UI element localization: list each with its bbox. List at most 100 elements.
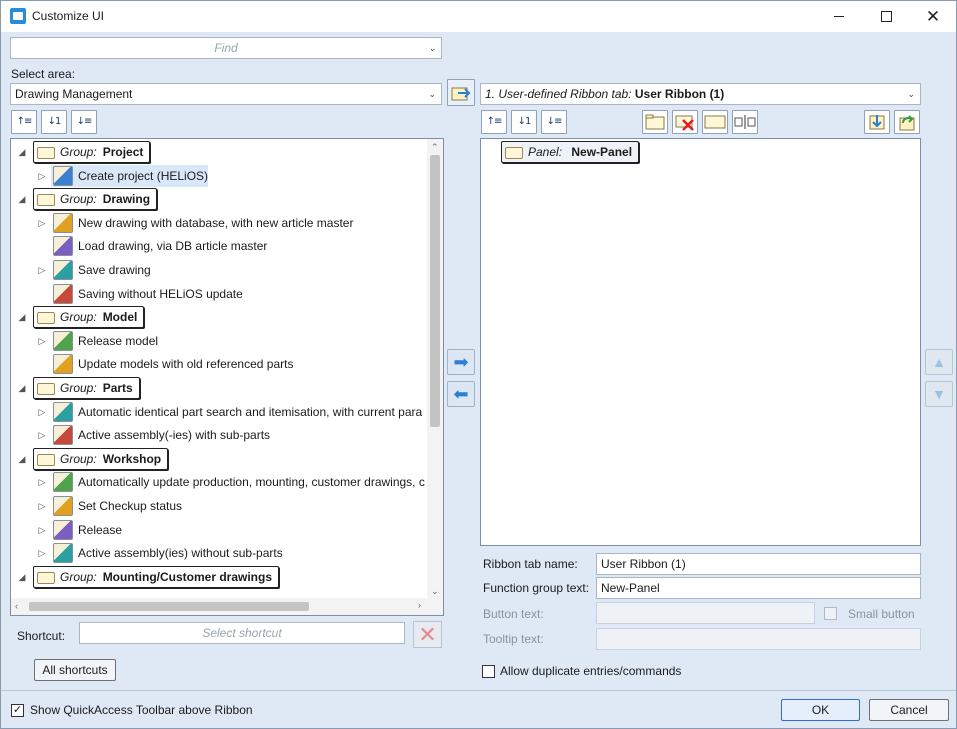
all-shortcuts-button[interactable]: All shortcuts <box>34 659 116 681</box>
move-down-button[interactable]: ▼ <box>925 381 953 407</box>
collapse-icon[interactable]: ◢ <box>17 188 27 210</box>
tree-item[interactable]: Saving without HELiOS update <box>11 283 427 305</box>
import-button[interactable] <box>864 110 890 134</box>
tree-item[interactable]: ▷ Create project (HELiOS) <box>11 164 427 187</box>
tree-group[interactable]: ◢ Group: Workshop <box>11 447 427 470</box>
remove-from-ribbon-button[interactable]: ⬅ <box>447 381 475 407</box>
right-sort-ascending-button[interactable]: ↑≡ <box>481 110 507 134</box>
collapse-icon[interactable]: ◢ <box>17 377 27 399</box>
tree-item[interactable]: ▷ Save drawing <box>11 259 427 281</box>
expand-icon[interactable]: ▷ <box>37 471 47 493</box>
sort-ascending-button[interactable]: ↑≡ <box>11 110 37 134</box>
cancel-button[interactable]: Cancel <box>869 699 949 721</box>
function-group-field[interactable]: New-Panel <box>596 577 921 599</box>
collapse-icon[interactable]: ◢ <box>17 448 27 470</box>
sort-descending-button[interactable]: ↓≡ <box>71 110 97 134</box>
tree-item[interactable]: ▷ Automatically update production, mounti… <box>11 471 427 493</box>
select-area-combobox[interactable]: Drawing Management ⌄ <box>10 83 442 105</box>
export-button[interactable] <box>894 110 920 134</box>
expand-icon[interactable]: ▷ <box>37 212 47 234</box>
command-label: Load drawing, via DB article master <box>78 239 268 254</box>
ribbon-tab-combobox[interactable]: 1. User-defined Ribbon tab: User Ribbon … <box>480 83 921 105</box>
expand-icon[interactable]: ▷ <box>37 424 47 446</box>
group-node[interactable]: Group: Model <box>33 306 145 329</box>
collapse-icon[interactable]: ◢ <box>17 141 27 163</box>
new-panel-button[interactable] <box>702 110 728 134</box>
scrollbar-thumb[interactable] <box>29 602 309 611</box>
scrollbar-thumb[interactable] <box>430 155 440 427</box>
tooltip-field[interactable] <box>596 628 921 650</box>
tree-item[interactable]: ▷ New drawing with database, with new art… <box>11 212 427 234</box>
tree-item[interactable]: ▷ Set Checkup status <box>11 495 427 517</box>
group-name: Project <box>102 145 144 159</box>
expand-icon[interactable]: ▷ <box>37 165 47 187</box>
folder-icon <box>37 453 55 466</box>
find-combobox[interactable]: Find ⌄ <box>10 37 442 59</box>
show-quickaccess-checkbox[interactable]: ✓ <box>11 704 24 717</box>
scroll-left-icon[interactable]: ‹ <box>15 601 18 611</box>
delete-button[interactable] <box>672 110 698 134</box>
right-sort-numeric-button[interactable]: ↓1 <box>511 110 537 134</box>
ok-button[interactable]: OK <box>781 699 860 721</box>
tree-item[interactable]: ▷ Active assembly(-ies) with sub-parts <box>11 424 427 446</box>
group-node[interactable]: Group: Mounting/Customer drawings <box>33 565 280 588</box>
tree-item[interactable]: ▷ Automatic identical part search and ite… <box>11 401 427 423</box>
ribbon-tab-name-field[interactable]: User Ribbon (1) <box>596 553 921 575</box>
expand-icon[interactable]: ▷ <box>37 259 47 281</box>
group-node[interactable]: Group: Project <box>33 141 151 163</box>
arrow-right-icon: ➡ <box>453 351 469 372</box>
expand-icon[interactable]: ▷ <box>37 495 47 517</box>
sort-numeric-button[interactable]: ↓1 <box>41 110 67 134</box>
tree-group[interactable]: ◢ Group: Parts <box>11 377 427 399</box>
right-sort-descending-button[interactable]: ↓≡ <box>541 110 567 134</box>
tree-item[interactable]: ▷ Active assembly(ies) without sub-parts <box>11 542 427 564</box>
tree-group[interactable]: ◢ Group: Project <box>11 141 427 163</box>
expand-icon[interactable]: ▷ <box>37 542 47 564</box>
swap-area-button[interactable] <box>447 79 475 106</box>
command-label: Update models with old referenced parts <box>78 357 294 372</box>
command-label: Automatic identical part search and item… <box>78 404 423 419</box>
scroll-down-icon[interactable]: ⌄ <box>431 586 439 597</box>
separator-button[interactable] <box>732 110 758 134</box>
group-node[interactable]: Group: Parts <box>33 377 140 399</box>
expand-icon[interactable]: ▷ <box>37 401 47 423</box>
group-node[interactable]: Group: Workshop <box>33 447 169 470</box>
customize-ui-dialog: Customize UI ✕ Find ⌄ Select area: Drawi… <box>0 0 957 729</box>
move-up-button[interactable]: ▲ <box>925 349 953 375</box>
shortcut-field[interactable]: Select shortcut <box>79 622 405 644</box>
clear-shortcut-button[interactable]: ✕ <box>413 621 442 648</box>
tree-group[interactable]: ◢ Group: Model <box>11 306 427 329</box>
tree-group[interactable]: ◢ Group: Mounting/Customer drawings <box>11 565 427 588</box>
group-node[interactable]: Group: Drawing <box>33 188 158 211</box>
tree-item[interactable]: ▷ Release <box>11 519 427 541</box>
available-commands-tree[interactable]: ◢ Group: Project ▷ Create project (HELiOS) ◢ G… <box>10 138 444 616</box>
minimize-button[interactable] <box>816 1 862 32</box>
tree-item[interactable]: Update models with old referenced parts <box>11 353 427 375</box>
tree-group[interactable]: ◢ Group: Drawing <box>11 188 427 211</box>
collapse-icon[interactable]: ◢ <box>17 306 27 328</box>
close-button[interactable]: ✕ <box>910 1 956 32</box>
ribbon-structure-tree[interactable]: Panel: New-Panel <box>480 138 921 546</box>
allow-duplicates-checkbox[interactable] <box>482 665 495 678</box>
horizontal-scrollbar[interactable]: ‹ › <box>11 598 443 615</box>
collapse-icon[interactable]: ◢ <box>17 566 27 588</box>
vertical-scrollbar[interactable]: ⌃ ⌄ <box>427 139 443 599</box>
command-icon <box>53 260 73 280</box>
small-button-checkbox[interactable] <box>824 607 837 620</box>
button-text-field[interactable] <box>596 602 815 624</box>
maximize-button[interactable] <box>863 1 909 32</box>
select-area-value: Drawing Management <box>15 87 133 101</box>
tree-item[interactable]: ▷ Release model <box>11 330 427 352</box>
tree-item[interactable]: Load drawing, via DB article master <box>11 235 427 257</box>
sort-descending-icon: ↓≡ <box>76 116 93 127</box>
expand-icon[interactable]: ▷ <box>37 519 47 541</box>
folder-arrow-icon <box>451 87 471 100</box>
command-icon <box>53 496 73 516</box>
expand-icon[interactable]: ▷ <box>37 330 47 352</box>
scroll-right-icon[interactable]: › <box>418 600 421 610</box>
new-group-button[interactable] <box>642 110 668 134</box>
scroll-up-icon[interactable]: ⌃ <box>431 142 439 153</box>
add-to-ribbon-button[interactable]: ➡ <box>447 349 475 375</box>
panel-node[interactable]: Panel: New-Panel <box>501 141 640 163</box>
command-icon <box>53 330 73 351</box>
